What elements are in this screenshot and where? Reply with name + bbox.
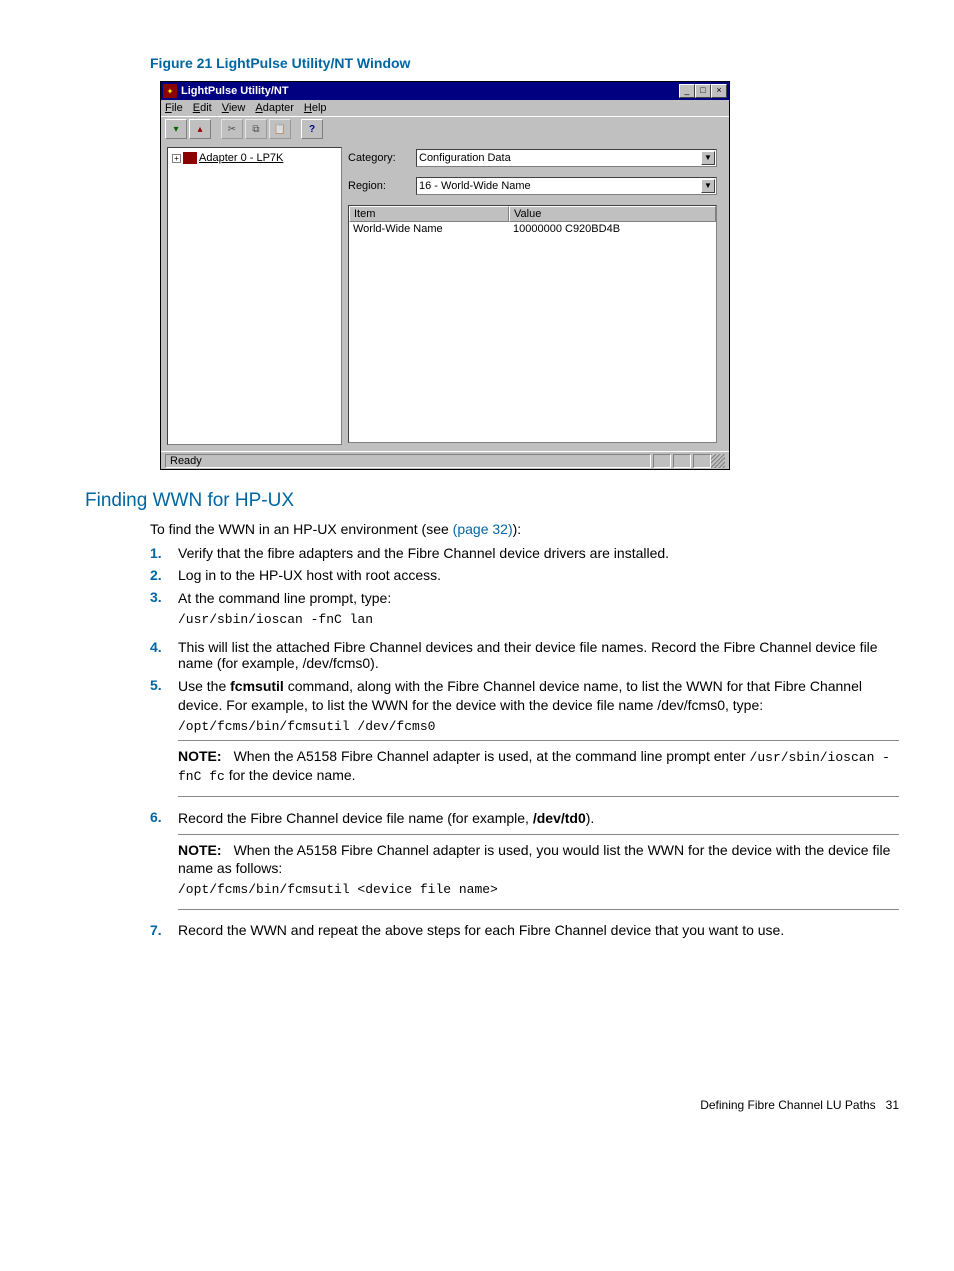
adapter-icon <box>183 152 197 164</box>
step-5: 5. Use the fcmsutil command, along with … <box>150 677 899 803</box>
bold-term: fcmsutil <box>230 678 284 694</box>
step-content: Use the fcmsutil command, along with the… <box>178 677 899 715</box>
status-pane <box>673 454 691 468</box>
copy-icon: ⧉ <box>252 124 259 135</box>
status-pane <box>693 454 711 468</box>
steps-list: 1. Verify that the fibre adapters and th… <box>150 545 899 938</box>
toolbar-btn-2[interactable]: ▴ <box>189 119 211 139</box>
step-6: 6. Record the Fibre Channel device file … <box>150 809 899 917</box>
step-number: 4. <box>150 639 178 671</box>
intro-text: To find the WWN in an HP-UX environment … <box>150 521 453 537</box>
menu-adapter[interactable]: Adapter <box>255 102 294 114</box>
text: ). <box>586 810 595 826</box>
tree-item-label: Adapter 0 - LP7K <box>199 152 283 164</box>
intro-paragraph: To find the WWN in an HP-UX environment … <box>150 520 899 539</box>
step-1: 1. Verify that the fibre adapters and th… <box>150 545 899 561</box>
step-content: Verify that the fibre adapters and the F… <box>178 545 899 561</box>
chevron-down-icon[interactable]: ▼ <box>701 151 715 165</box>
text: Record the Fibre Channel device file nam… <box>178 810 533 826</box>
toolbar-btn-1[interactable]: ▾ <box>165 119 187 139</box>
expand-icon[interactable]: + <box>172 154 181 163</box>
region-label: Region: <box>348 180 408 192</box>
category-value: Configuration Data <box>419 152 511 164</box>
app-icon: ✦ <box>163 84 177 98</box>
footer-text: Defining Fibre Channel LU Paths <box>700 1098 875 1112</box>
note-text: When the A5158 Fibre Channel adapter is … <box>178 842 890 877</box>
cut-button[interactable]: ✂ <box>221 119 243 139</box>
step-3: 3. At the command line prompt, type: /us… <box>150 589 899 633</box>
step-content: At the command line prompt, type: <box>178 589 899 608</box>
status-text: Ready <box>165 454 651 468</box>
category-combo[interactable]: Configuration Data ▼ <box>416 149 717 167</box>
tree-item-adapter0[interactable]: + Adapter 0 - LP7K <box>172 152 337 164</box>
menu-view[interactable]: View <box>222 102 246 114</box>
paste-button[interactable]: 📋 <box>269 119 291 139</box>
figure-caption: Figure 21 LightPulse Utility/NT Window <box>150 55 899 71</box>
section-heading: Finding WWN for HP-UX <box>85 490 899 512</box>
step-content: Log in to the HP-UX host with root acces… <box>178 567 899 583</box>
page-number: 31 <box>886 1098 899 1112</box>
category-label: Category: <box>348 152 408 164</box>
note-label: NOTE: <box>178 748 222 764</box>
menu-help[interactable]: Help <box>304 102 327 114</box>
step-number: 7. <box>150 922 178 938</box>
step-number: 1. <box>150 545 178 561</box>
status-pane <box>653 454 671 468</box>
statusbar: Ready <box>161 451 729 469</box>
lightpulse-window: ✦ LightPulse Utility/NT _ □ × File Edit … <box>160 81 730 470</box>
step-number: 6. <box>150 809 178 917</box>
paste-icon: 📋 <box>274 124 286 135</box>
step-4: 4. This will list the attached Fibre Cha… <box>150 639 899 671</box>
copy-button[interactable]: ⧉ <box>245 119 267 139</box>
note-text: When the A5158 Fibre Channel adapter is … <box>234 748 750 764</box>
floppy-up-icon: ▴ <box>197 124 202 135</box>
help-button[interactable]: ? <box>301 119 323 139</box>
note-label: NOTE: <box>178 842 222 858</box>
cut-icon: ✂ <box>228 124 236 135</box>
titlebar: ✦ LightPulse Utility/NT _ □ × <box>161 82 729 100</box>
help-icon: ? <box>309 124 315 135</box>
adapter-tree[interactable]: + Adapter 0 - LP7K <box>167 147 342 445</box>
step-number: 2. <box>150 567 178 583</box>
note-block: NOTE:When the A5158 Fibre Channel adapte… <box>178 834 899 911</box>
toolbar: ▾ ▴ ✂ ⧉ 📋 ? <box>161 116 729 141</box>
page-link[interactable]: (page 32) <box>453 521 513 537</box>
menu-edit[interactable]: Edit <box>193 102 212 114</box>
window-title: LightPulse Utility/NT <box>181 85 679 97</box>
close-button[interactable]: × <box>711 84 727 98</box>
intro-text-b: ): <box>513 521 522 537</box>
col-item[interactable]: Item <box>349 206 509 222</box>
note-text-b: for the device name. <box>225 767 356 783</box>
menubar: File Edit View Adapter Help <box>161 100 729 116</box>
menu-file[interactable]: File <box>165 102 183 114</box>
code-block: /opt/fcms/bin/fcmsutil <device file name… <box>178 882 899 897</box>
page-footer: Defining Fibre Channel LU Paths 31 <box>85 1098 899 1112</box>
code-block: /opt/fcms/bin/fcmsutil /dev/fcms0 <box>178 719 899 734</box>
cell-item: World-Wide Name <box>353 223 513 235</box>
listview-header: Item Value <box>349 206 716 222</box>
note-block: NOTE: When the A5158 Fibre Channel adapte… <box>178 740 899 797</box>
col-value[interactable]: Value <box>509 206 716 222</box>
step-content: This will list the attached Fibre Channe… <box>178 639 899 671</box>
step-2: 2. Log in to the HP-UX host with root ac… <box>150 567 899 583</box>
step-number: 5. <box>150 677 178 803</box>
item-listview[interactable]: Item Value World-Wide Name 10000000 C920… <box>348 205 717 443</box>
step-number: 3. <box>150 589 178 633</box>
cell-value: 10000000 C920BD4B <box>513 223 712 235</box>
chevron-down-icon[interactable]: ▼ <box>701 179 715 193</box>
region-value: 16 - World-Wide Name <box>419 180 531 192</box>
minimize-button[interactable]: _ <box>679 84 695 98</box>
list-row[interactable]: World-Wide Name 10000000 C920BD4B <box>349 222 716 236</box>
bold-term: /dev/td0 <box>533 810 586 826</box>
resize-grip-icon[interactable] <box>711 454 725 468</box>
code-block: /usr/sbin/ioscan -fnC lan <box>178 612 899 627</box>
step-7: 7. Record the WWN and repeat the above s… <box>150 922 899 938</box>
screenshot-figure: ✦ LightPulse Utility/NT _ □ × File Edit … <box>160 81 899 470</box>
floppy-down-icon: ▾ <box>173 124 178 135</box>
text: Use the <box>178 678 230 694</box>
step-content: Record the Fibre Channel device file nam… <box>178 809 899 828</box>
region-combo[interactable]: 16 - World-Wide Name ▼ <box>416 177 717 195</box>
maximize-button[interactable]: □ <box>695 84 711 98</box>
step-content: Record the WWN and repeat the above step… <box>178 922 899 938</box>
